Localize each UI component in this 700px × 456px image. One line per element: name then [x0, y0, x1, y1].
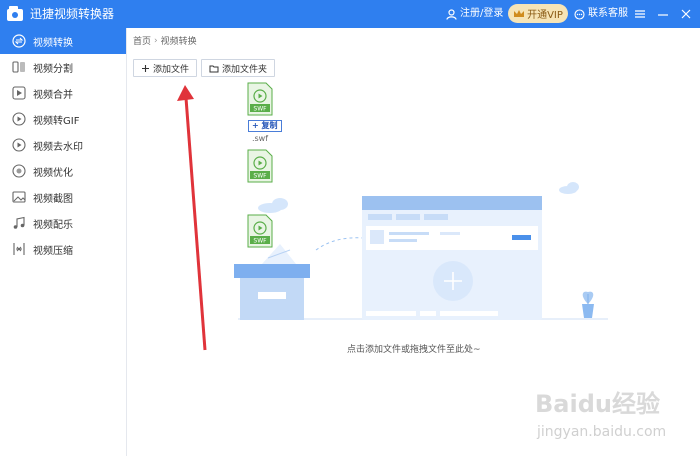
file-type-label: SWF [253, 106, 267, 113]
baidu-watermark: Baidu经验 jingyan.baidu.com [535, 384, 695, 444]
swf-file-icon: SWF [247, 214, 273, 248]
watermark-brand: Baidu经验 [535, 390, 660, 418]
app-window: 迅捷视频转换器 注册/登录 开通VIP 联系客服 视频转换 视频分割 视频合并 … [0, 0, 700, 456]
file-type-label: SWF [253, 173, 267, 180]
dashed-arc [315, 237, 365, 251]
copy-badge: + 复制 [248, 120, 282, 132]
dragged-file-card: SWF [238, 214, 282, 249]
swf-file-icon: SWF [247, 149, 273, 183]
dragged-file-card: SWF [238, 149, 282, 184]
drop-hint: 点击添加文件或拖拽文件至此处~ [347, 345, 481, 355]
swf-file-icon: SWF [247, 82, 273, 116]
baidu-logo-icon: Baidu经验 jingyan.baidu.com [535, 390, 666, 440]
file-type-label: SWF [253, 238, 267, 245]
red-arrow-icon [177, 85, 207, 351]
window-illustration [362, 196, 542, 320]
plant-icon [582, 291, 594, 318]
dragged-file-card: SWF .swf [238, 82, 282, 144]
box-illustration [234, 244, 310, 320]
watermark-url: jingyan.baidu.com [536, 424, 666, 440]
file-name: .swf [251, 134, 269, 143]
